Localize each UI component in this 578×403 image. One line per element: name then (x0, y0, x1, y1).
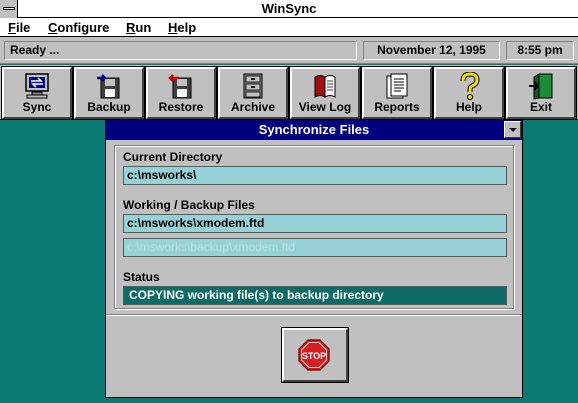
view-log-label: View Log (298, 100, 352, 114)
status-row: Ready ... November 12, 1995 8:55 pm (0, 37, 578, 64)
chevron-down-icon (509, 128, 517, 132)
dialog-title: Synchronize Files (106, 120, 522, 140)
menu-help[interactable]: Help (168, 18, 196, 37)
view-log-button[interactable]: View Log (289, 66, 361, 120)
menu-bar: File Configure Run Help (0, 18, 578, 37)
menu-run[interactable]: Run (126, 18, 151, 37)
help-icon (460, 72, 480, 100)
backup-button[interactable]: Backup (73, 66, 145, 120)
file-info-group: Current Directory c:\msworks\ Working / … (114, 145, 514, 309)
current-directory-label: Current Directory (123, 150, 223, 164)
archive-label: Archive (230, 100, 276, 114)
working-file-field[interactable]: c:\msworks\xmodem.ftd (123, 214, 507, 233)
menu-file[interactable]: File (8, 18, 30, 37)
archive-icon (243, 73, 263, 99)
working-backup-label: Working / Backup Files (123, 198, 255, 212)
exit-icon (529, 73, 553, 100)
exit-label: Exit (529, 100, 552, 114)
status-label: Status (123, 270, 160, 284)
restore-icon (168, 74, 192, 99)
status-message: Ready ... (4, 41, 357, 60)
dialog-separator (106, 314, 522, 316)
restore-label: Restore (158, 100, 204, 114)
window-title: WinSync (261, 1, 317, 16)
help-label: Help (455, 100, 482, 114)
current-directory-field[interactable]: c:\msworks\ (123, 166, 507, 185)
reports-label: Reports (374, 100, 420, 114)
help-button[interactable]: Help (433, 66, 505, 120)
stop-sign-text: STOP (302, 351, 326, 361)
system-menu-button[interactable] (0, 0, 18, 18)
status-time: 8:55 pm (506, 41, 574, 60)
system-menu-icon (3, 7, 15, 10)
menu-configure[interactable]: Configure (48, 18, 109, 37)
sync-button[interactable]: Sync (1, 66, 73, 120)
backup-file-field[interactable]: c:\msworks\backup\xmodem.ftd (123, 238, 507, 257)
reports-icon (386, 73, 408, 99)
title-bar: WinSync (0, 0, 578, 18)
synchronize-files-dialog: Synchronize Files Current Directory c:\m… (105, 119, 523, 398)
reports-button[interactable]: Reports (361, 66, 433, 120)
restore-button[interactable]: Restore (145, 66, 217, 120)
sync-label: Sync (22, 100, 52, 114)
stop-button[interactable]: STOP (281, 327, 349, 383)
stop-sign-icon: STOP (298, 339, 330, 371)
archive-button[interactable]: Archive (217, 66, 289, 120)
status-field: COPYING working file(s) to backup direct… (123, 286, 507, 305)
toolbar: Sync Backup Restore Archive View Log Rep… (0, 65, 578, 120)
dialog-dropdown-button[interactable] (504, 121, 521, 138)
exit-button[interactable]: Exit (505, 66, 577, 120)
backup-label: Backup (87, 100, 131, 114)
status-date: November 12, 1995 (363, 41, 500, 60)
backup-icon (97, 74, 120, 99)
sync-icon (25, 73, 49, 99)
view-log-icon (314, 75, 336, 98)
